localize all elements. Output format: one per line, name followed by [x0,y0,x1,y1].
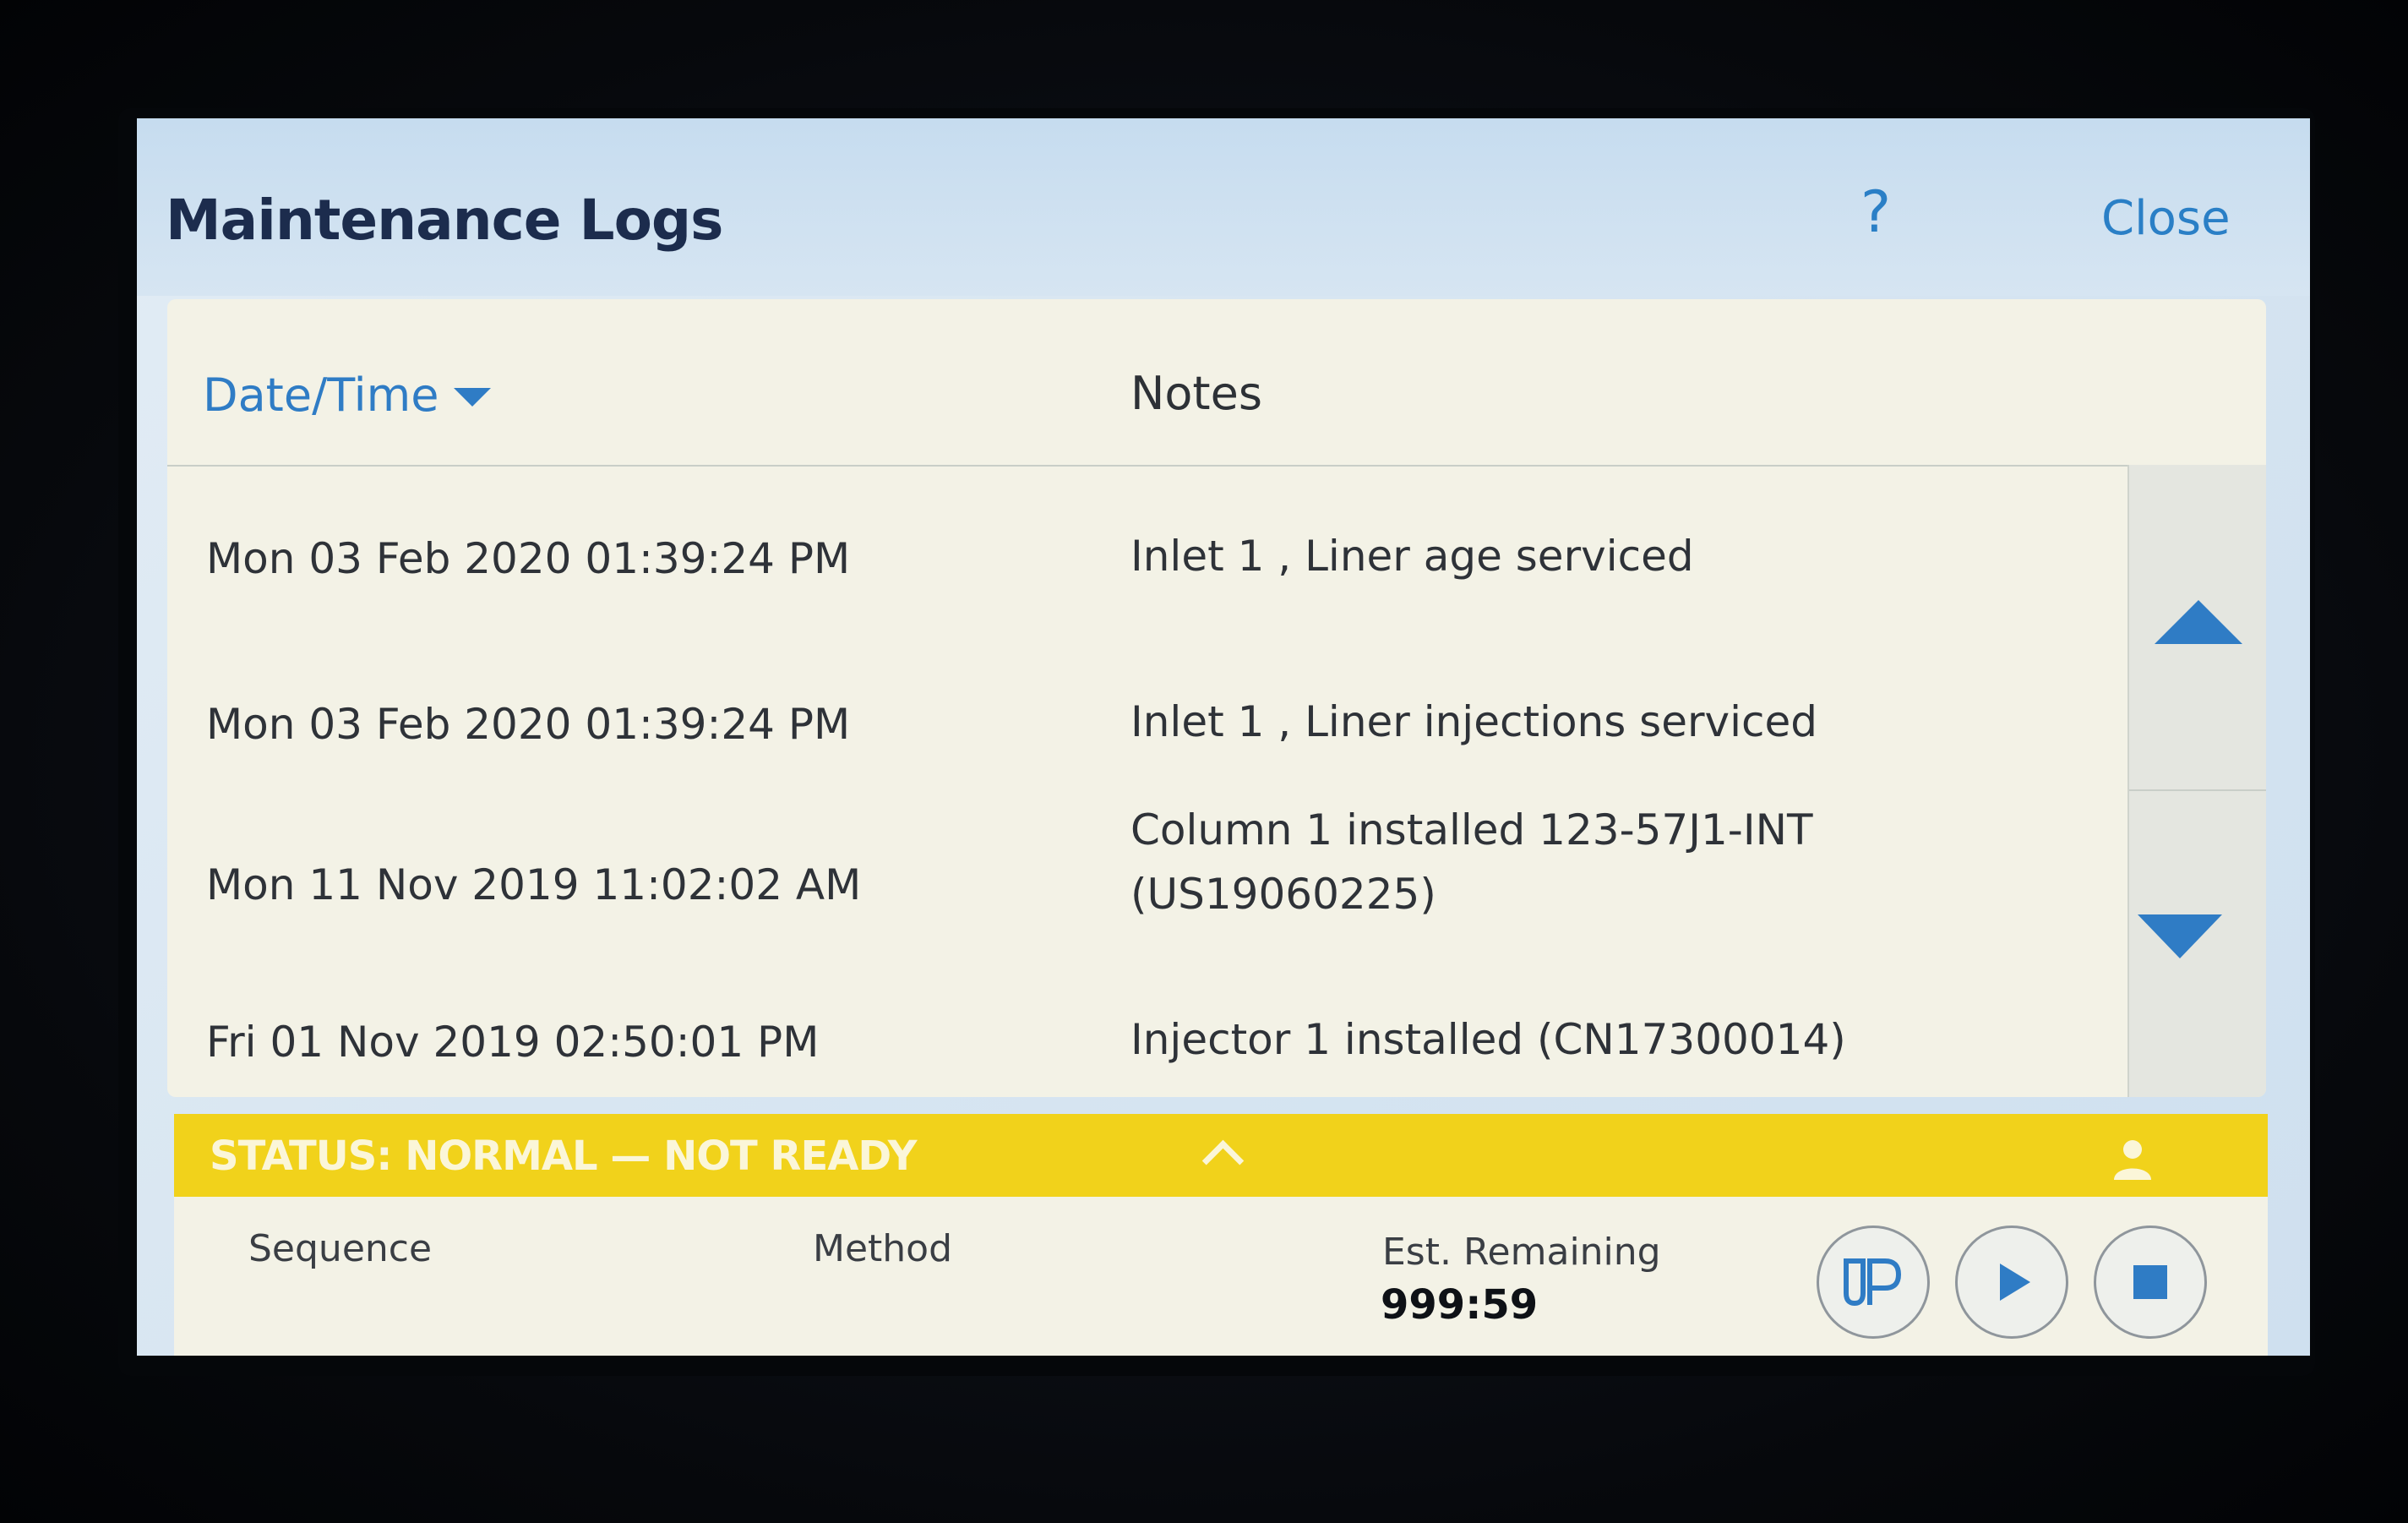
scroll-divider [2129,789,2266,791]
header: Maintenance Logs ? Close [137,118,2310,296]
start-run-button[interactable] [1955,1225,2068,1339]
row-datetime: Mon 11 Nov 2019 11:02:02 AM [206,860,862,909]
row-datetime: Fri 01 Nov 2019 02:50:01 PM [206,1018,820,1067]
prep-run-button[interactable] [1817,1225,1930,1339]
scrollbar[interactable] [2127,465,2266,1097]
table-header: Date/Time Notes [167,299,2266,467]
method-label: Method [813,1227,953,1270]
table-row[interactable]: Fri 01 Nov 2019 02:50:01 PM Injector 1 i… [167,948,2077,1097]
status-bar[interactable]: STATUS: NORMAL — NOT READY [174,1114,2268,1197]
logs-table: Date/Time Notes Mon 03 Feb 2020 01:39:24… [167,299,2266,1097]
user-icon[interactable] [2109,1134,2156,1182]
table-row[interactable]: Mon 03 Feb 2020 01:39:24 PM Inlet 1 , Li… [167,630,2077,791]
table-row[interactable]: Mon 11 Nov 2019 11:02:02 AM Column 1 ins… [167,791,2077,948]
column-header-notes: Notes [1130,367,1262,420]
status-text: STATUS: NORMAL — NOT READY [210,1133,917,1180]
play-icon [2000,1264,2030,1301]
row-notes-line: Column 1 installed 123-57J1-INT [1130,805,1813,854]
column-header-datetime-label: Date/Time [203,368,439,422]
row-notes: Inlet 1 , Liner injections serviced [1130,697,1818,746]
close-button[interactable]: Close [2101,191,2231,246]
stop-run-button[interactable] [2094,1225,2207,1339]
row-datetime: Mon 03 Feb 2020 01:39:24 PM [206,534,851,583]
row-notes-line: (US19060225) [1130,870,1436,919]
page-title: Maintenance Logs [166,188,723,253]
table-row[interactable]: Mon 03 Feb 2020 01:39:24 PM Inlet 1 , Li… [167,465,2077,630]
chevron-up-icon[interactable] [1201,1139,1245,1182]
sequence-label: Sequence [248,1227,433,1270]
stop-icon [2133,1265,2167,1299]
scroll-down-icon[interactable] [2138,914,2222,958]
scroll-up-icon[interactable] [2155,600,2242,644]
screen: Maintenance Logs ? Close Date/Time Notes… [137,118,2310,1356]
est-remaining-value: 999:59 [1381,1281,1539,1329]
column-header-datetime[interactable]: Date/Time [203,368,492,422]
row-notes: Column 1 installed 123-57J1-INT (US19060… [1130,798,1813,926]
est-remaining-label: Est. Remaining [1382,1231,1661,1274]
run-status-panel: Sequence Method Est. Remaining 999:59 [174,1197,2268,1356]
help-button[interactable]: ? [1860,179,1891,246]
row-notes: Injector 1 installed (CN17300014) [1130,1015,1846,1064]
prep-run-icon [1844,1258,1902,1307]
sort-descending-icon [454,387,492,407]
row-notes: Inlet 1 , Liner age serviced [1130,532,1694,581]
row-datetime: Mon 03 Feb 2020 01:39:24 PM [206,700,851,749]
